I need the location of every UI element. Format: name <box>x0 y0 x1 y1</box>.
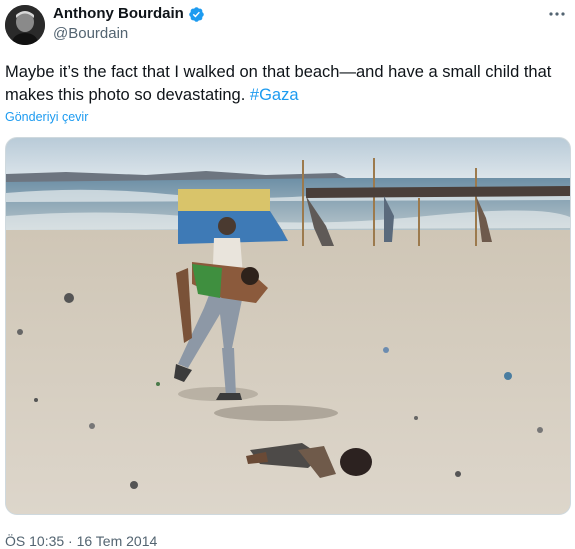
author-display-name[interactable]: Anthony Bourdain <box>53 5 184 23</box>
verified-badge-icon <box>189 6 204 22</box>
translate-link[interactable]: Gönderiyi çevir <box>5 110 88 124</box>
hashtag-link[interactable]: #Gaza <box>250 86 299 104</box>
avatar[interactable] <box>5 5 45 45</box>
beach-photo-image <box>6 138 570 514</box>
tweet-text: Maybe it’s the fact that I walked on tha… <box>5 61 565 107</box>
more-horizontal-icon <box>549 12 565 16</box>
author-name-row[interactable]: Anthony Bourdain <box>53 5 205 23</box>
more-options-button[interactable] <box>547 4 567 24</box>
tweet-timestamp[interactable]: ÖS 10:35 · 16 Tem 2014 <box>5 533 157 549</box>
author-handle[interactable]: @Bourdain <box>53 25 128 43</box>
tweet-photo[interactable] <box>5 137 571 515</box>
